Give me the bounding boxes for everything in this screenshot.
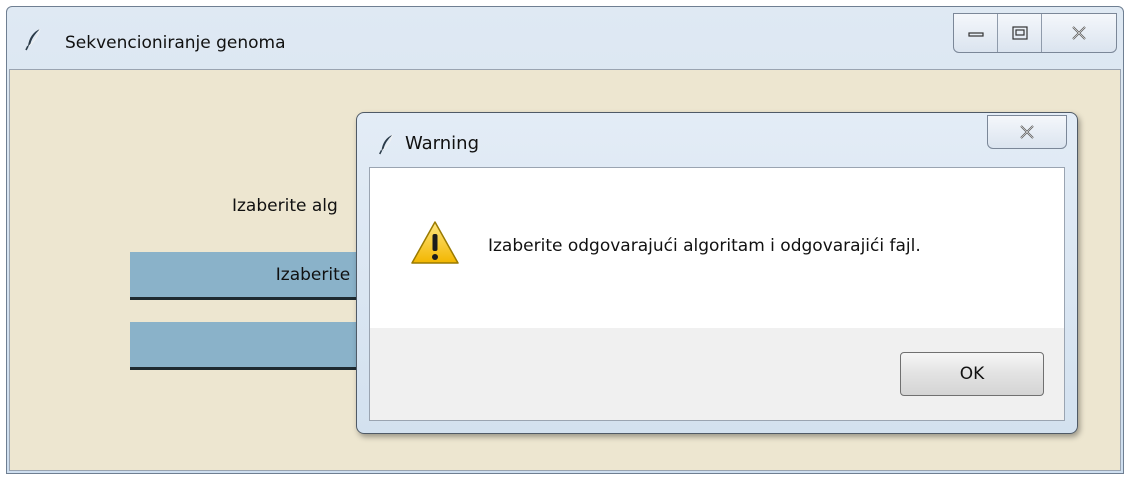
main-titlebar[interactable]: Sekvencioniranje genoma	[7, 7, 1123, 65]
minimize-button[interactable]	[954, 14, 998, 52]
dialog-content: Izaberite odgovarajući algoritam i odgov…	[370, 168, 1064, 328]
caption-buttons	[953, 13, 1117, 53]
dialog-title: Warning	[405, 133, 480, 154]
feather-icon	[377, 133, 397, 155]
dialog-footer: OK	[370, 328, 1064, 420]
warning-dialog: Warning Izaberite odgovarajući algoritam…	[356, 112, 1078, 434]
ok-button[interactable]: OK	[900, 352, 1044, 396]
close-button[interactable]	[1042, 14, 1116, 52]
dialog-message: Izaberite odgovarajući algoritam i odgov…	[488, 236, 921, 256]
warning-icon	[410, 220, 460, 266]
algorithm-prompt-label: Izaberite alg	[232, 196, 338, 216]
maximize-button[interactable]	[998, 14, 1042, 52]
feather-icon	[23, 27, 45, 51]
window-title: Sekvencioniranje genoma	[65, 33, 286, 53]
dialog-close-button[interactable]	[987, 115, 1067, 149]
dialog-body: Izaberite odgovarajući algoritam i odgov…	[369, 167, 1065, 421]
